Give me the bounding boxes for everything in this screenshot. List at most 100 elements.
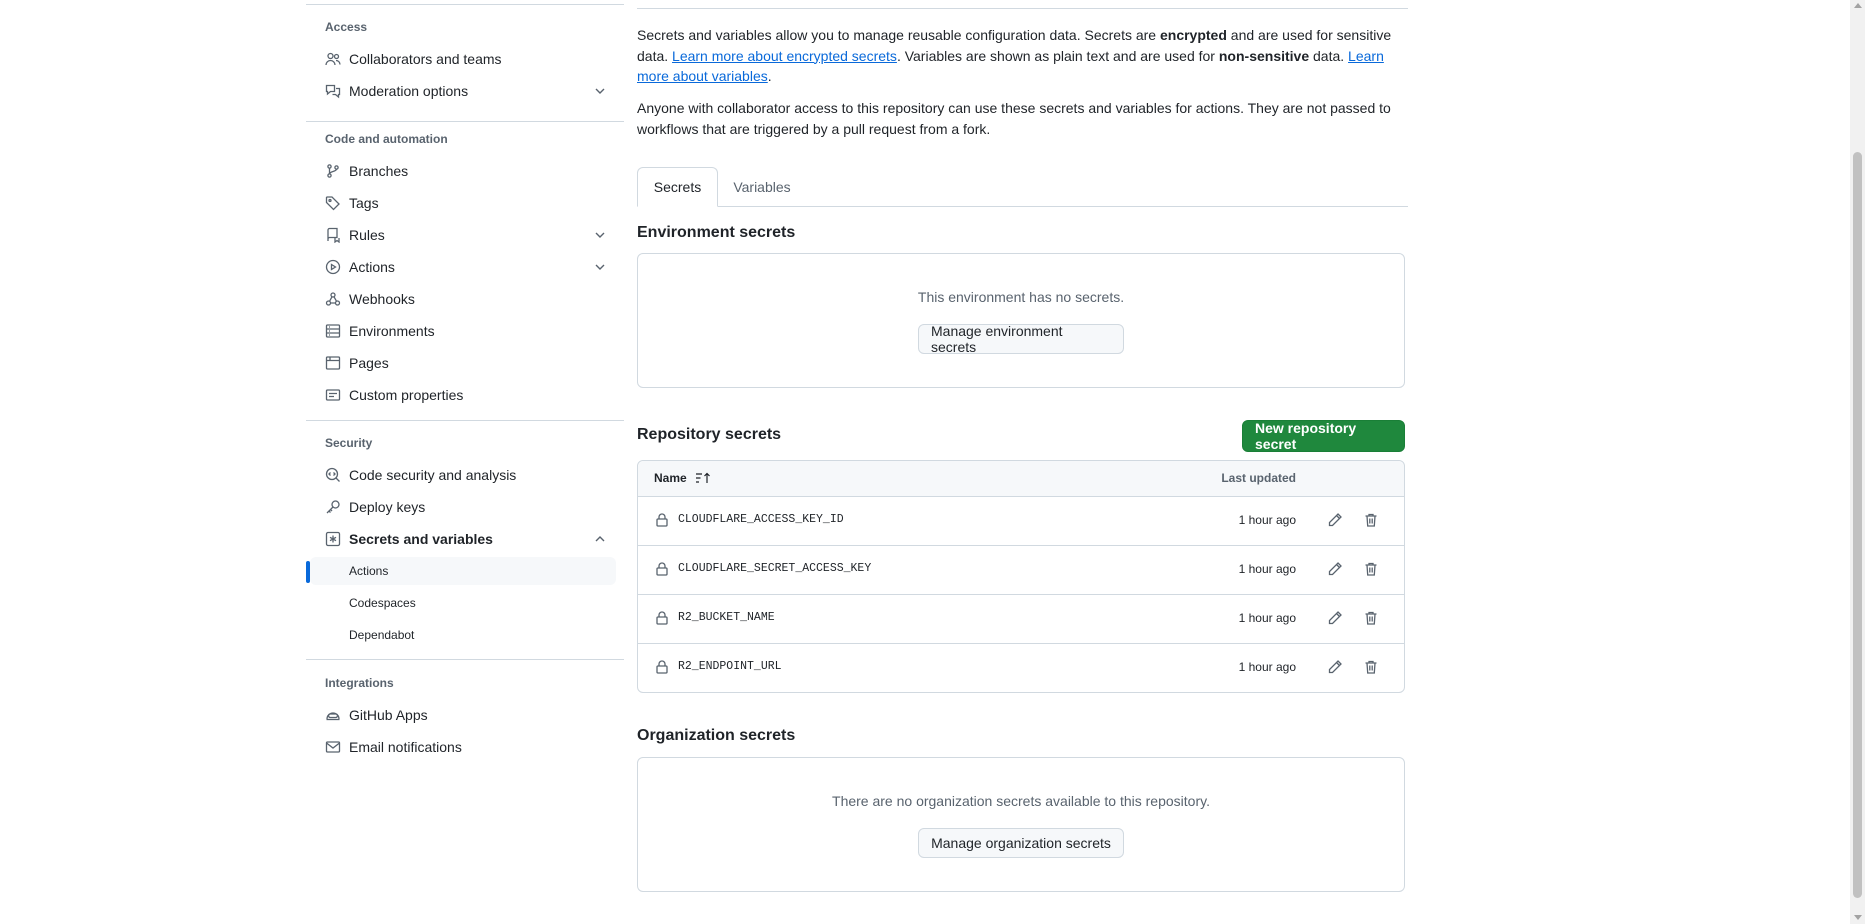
- lock-icon: [654, 512, 670, 528]
- sidebar-section-integrations: Integrations: [325, 676, 394, 690]
- sidebar-subitem-codespaces[interactable]: Codespaces: [310, 589, 616, 617]
- scroll-up-arrow-icon[interactable]: [1854, 3, 1862, 8]
- sidebar-item-code-security[interactable]: Code security and analysis: [310, 461, 616, 489]
- repository-secrets-table: Name Last updated CLOUDFLARE_ACCESS_KEY_…: [637, 460, 1405, 693]
- sidebar-item-label: Actions: [349, 259, 395, 275]
- secret-updated: 1 hour ago: [1238, 660, 1296, 674]
- sidebar-item-label: Code security and analysis: [349, 467, 517, 483]
- lock-icon: [654, 659, 670, 675]
- key-icon: [325, 499, 341, 515]
- intro-paragraph: Secrets and variables allow you to manag…: [637, 27, 1392, 84]
- pencil-icon[interactable]: [1327, 561, 1343, 577]
- access-paragraph: Anyone with collaborator access to this …: [637, 100, 1391, 137]
- table-row: CLOUDFLARE_SECRET_ACCESS_KEY 1 hour ago: [638, 545, 1404, 595]
- sidebar-item-github-apps[interactable]: GitHub Apps: [310, 701, 616, 729]
- environment-secrets-heading: Environment secrets: [637, 224, 796, 241]
- secret-updated: 1 hour ago: [1238, 611, 1296, 625]
- sidebar-item-email-notifications[interactable]: Email notifications: [310, 733, 616, 761]
- sidebar-item-deploy-keys[interactable]: Deploy keys: [310, 493, 616, 521]
- active-indicator: [306, 561, 310, 583]
- lock-icon: [654, 561, 670, 577]
- sidebar-item-label: Tags: [349, 195, 379, 211]
- settings-sidebar: Access Collaborators and teams Moderatio…: [306, 0, 626, 924]
- tab-secrets[interactable]: Secrets: [637, 167, 718, 207]
- mail-icon: [325, 739, 341, 755]
- column-name-header[interactable]: Name: [654, 471, 711, 485]
- tag-icon: [325, 195, 341, 211]
- sidebar-item-label: GitHub Apps: [349, 707, 428, 723]
- secret-updated: 1 hour ago: [1238, 562, 1296, 576]
- sidebar-subitem-actions[interactable]: Actions: [306, 557, 616, 585]
- people-icon: [325, 51, 341, 67]
- tab-variables[interactable]: Variables: [718, 167, 806, 206]
- sidebar-section-security: Security: [325, 436, 373, 450]
- secret-name: CLOUDFLARE_ACCESS_KEY_ID: [678, 513, 844, 526]
- sidebar-divider: [306, 659, 624, 660]
- sidebar-item-pages[interactable]: Pages: [310, 349, 616, 377]
- trash-icon[interactable]: [1363, 561, 1379, 577]
- pencil-icon[interactable]: [1327, 659, 1343, 675]
- sidebar-divider: [306, 420, 624, 421]
- secret-updated: 1 hour ago: [1238, 513, 1296, 527]
- sidebar-subitem-label: Dependabot: [349, 628, 415, 642]
- sidebar-item-label: Collaborators and teams: [349, 51, 502, 67]
- chevron-down-icon: [592, 227, 608, 243]
- scroll-down-arrow-icon[interactable]: [1854, 915, 1862, 920]
- table-header: Name Last updated: [638, 461, 1404, 497]
- sidebar-item-custom-properties[interactable]: Custom properties: [310, 381, 616, 409]
- chevron-down-icon: [592, 259, 608, 275]
- organization-secrets-box: There are no organization secrets availa…: [637, 757, 1405, 892]
- sidebar-item-label: Moderation options: [349, 83, 469, 99]
- key-asterisk-icon: [325, 531, 341, 547]
- page-scrollbar[interactable]: [1850, 0, 1865, 924]
- webhook-icon: [325, 291, 341, 307]
- sidebar-item-environments[interactable]: Environments: [310, 317, 616, 345]
- secret-name: R2_ENDPOINT_URL: [678, 660, 782, 673]
- trash-icon[interactable]: [1363, 659, 1379, 675]
- sidebar-item-secrets-variables[interactable]: Secrets and variables: [310, 525, 616, 553]
- sidebar-item-label: Secrets and variables: [349, 531, 493, 547]
- table-row: CLOUDFLARE_ACCESS_KEY_ID 1 hour ago: [638, 496, 1404, 546]
- sidebar-item-label: Custom properties: [349, 387, 464, 403]
- trash-icon[interactable]: [1363, 610, 1379, 626]
- table-row: R2_ENDPOINT_URL 1 hour ago: [638, 643, 1404, 692]
- sidebar-item-webhooks[interactable]: Webhooks: [310, 285, 616, 313]
- sidebar-item-label: Branches: [349, 163, 409, 179]
- sidebar-subitem-label: Codespaces: [349, 596, 416, 610]
- pencil-icon[interactable]: [1327, 610, 1343, 626]
- sidebar-item-branches[interactable]: Branches: [310, 157, 616, 185]
- sidebar-subitem-dependabot[interactable]: Dependabot: [310, 621, 616, 649]
- sidebar-item-label: Deploy keys: [349, 499, 426, 515]
- server-icon: [325, 323, 341, 339]
- trash-icon[interactable]: [1363, 512, 1379, 528]
- pencil-icon[interactable]: [1327, 512, 1343, 528]
- sidebar-item-label: Pages: [349, 355, 389, 371]
- manage-environment-secrets-button[interactable]: Manage environment secrets: [918, 323, 1124, 355]
- sidebar-section-access: Access: [325, 20, 368, 34]
- learn-encrypted-secrets-link[interactable]: Learn more about encrypted secrets: [672, 48, 897, 64]
- scrollbar-thumb[interactable]: [1853, 152, 1862, 898]
- manage-organization-secrets-button[interactable]: Manage organization secrets: [918, 828, 1124, 858]
- sidebar-item-rules[interactable]: Rules: [310, 221, 616, 249]
- sidebar-item-moderation[interactable]: Moderation options: [310, 77, 616, 105]
- chevron-down-icon: [592, 83, 608, 99]
- environment-empty-text: This environment has no secrets.: [917, 289, 1125, 305]
- sidebar-item-collaborators[interactable]: Collaborators and teams: [310, 45, 616, 73]
- repo-push-icon: [325, 227, 341, 243]
- sidebar-item-label: Email notifications: [349, 739, 462, 755]
- secret-name: CLOUDFLARE_SECRET_ACCESS_KEY: [678, 562, 872, 575]
- new-repository-secret-button[interactable]: New repository secret: [1242, 420, 1405, 452]
- environment-secrets-box: This environment has no secrets. Manage …: [637, 253, 1405, 388]
- comment-discussion-icon: [325, 83, 341, 99]
- sidebar-item-tags[interactable]: Tags: [310, 189, 616, 217]
- sidebar-item-label: Webhooks: [349, 291, 415, 307]
- sidebar-item-actions[interactable]: Actions: [310, 253, 616, 281]
- sidebar-divider: [306, 121, 624, 122]
- sidebar-subitem-label: Actions: [349, 564, 389, 578]
- codescan-icon: [325, 467, 341, 483]
- git-branch-icon: [325, 163, 341, 179]
- tab-bar: Secrets Variables: [637, 167, 1408, 207]
- chevron-up-icon: [592, 531, 608, 547]
- note-icon: [325, 387, 341, 403]
- browser-icon: [325, 355, 341, 371]
